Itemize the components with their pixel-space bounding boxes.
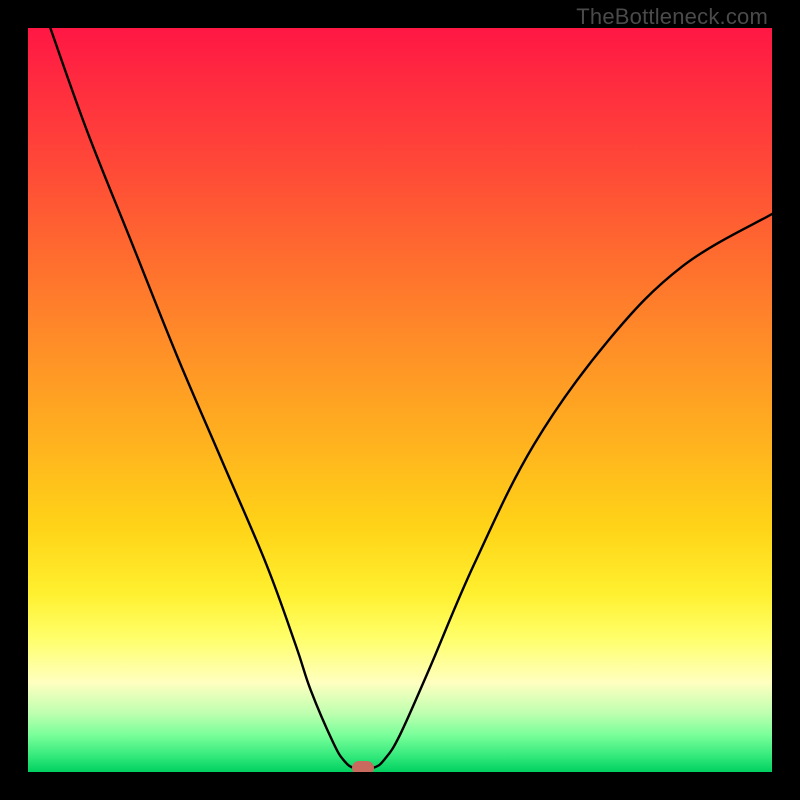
optimal-point-marker <box>352 761 374 772</box>
watermark-text: TheBottleneck.com <box>576 4 768 30</box>
bottleneck-curve <box>50 28 772 769</box>
curve-svg <box>28 28 772 772</box>
plot-area <box>28 28 772 772</box>
chart-frame: TheBottleneck.com <box>0 0 800 800</box>
